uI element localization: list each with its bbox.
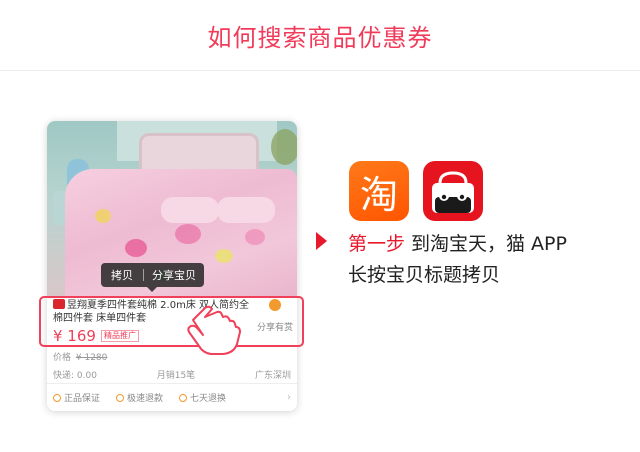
product-card[interactable]: 拷贝 分享宝贝 昱翔夏季四件套纯棉 2.0m床 双人简约全棉四件套 床单四件套 …: [47, 121, 297, 411]
check-circle-icon: [179, 393, 188, 402]
step-label: 第一步: [348, 233, 406, 255]
pillow: [161, 197, 219, 223]
tmall-app-icon[interactable]: [423, 161, 483, 221]
original-price: ¥ 1280: [75, 353, 108, 363]
flower-print: [245, 229, 265, 245]
title-divider: [0, 70, 640, 71]
card-divider: [47, 383, 297, 384]
flower-print: [95, 209, 111, 223]
original-price-row: 价格 ¥ 1280: [53, 350, 107, 363]
page-title: 如何搜索商品优惠券: [207, 24, 433, 52]
check-circle-icon: [116, 393, 125, 402]
share-item-button[interactable]: 分享宝贝: [144, 267, 204, 283]
service-fast-refund: 极速退款: [116, 391, 163, 404]
copy-button[interactable]: 拷贝: [101, 267, 143, 283]
step-arrow-icon: [316, 232, 327, 250]
service-label: 七天退换: [190, 394, 227, 404]
long-press-menu: 拷贝 分享宝贝: [101, 263, 204, 287]
ship-location: 广东深圳: [254, 371, 291, 381]
flower-print: [175, 224, 201, 244]
chevron-right-icon: ›: [287, 392, 291, 403]
shipping-fee: 快递: 0.00: [53, 371, 97, 381]
instruction-line-1-text: 到淘宝天，猫 APP: [411, 233, 567, 255]
monthly-sales: 月销15笔: [156, 371, 196, 381]
meta-row: 快递: 0.00 月销15笔 广东深圳: [53, 368, 291, 381]
service-genuine: 正品保证: [53, 391, 100, 404]
taobao-glyph: 淘: [359, 172, 398, 217]
service-label: 极速退款: [127, 394, 164, 404]
tmall-icon: [432, 171, 474, 213]
instruction-line-2: 长按宝贝标题拷贝: [348, 264, 501, 286]
pointing-hand-icon: [187, 305, 241, 355]
service-label: 正品保证: [64, 394, 101, 404]
product-photo[interactable]: 拷贝 分享宝贝: [47, 121, 297, 296]
title-highlight-box: [39, 296, 304, 347]
menu-pointer: [147, 287, 157, 292]
flower-print: [125, 239, 147, 257]
taobao-app-icon[interactable]: 淘: [349, 161, 409, 221]
service-row[interactable]: 正品保证 极速退款 七天退换 ›: [53, 391, 291, 404]
original-price-label: 价格: [53, 353, 72, 363]
service-7day-return: 七天退换: [179, 391, 226, 404]
plant: [271, 129, 297, 165]
instruction-line-1: 第一步 到淘宝天，猫 APP: [348, 229, 567, 256]
pillow: [217, 197, 275, 223]
flower-print: [215, 249, 233, 263]
check-circle-icon: [53, 393, 61, 402]
